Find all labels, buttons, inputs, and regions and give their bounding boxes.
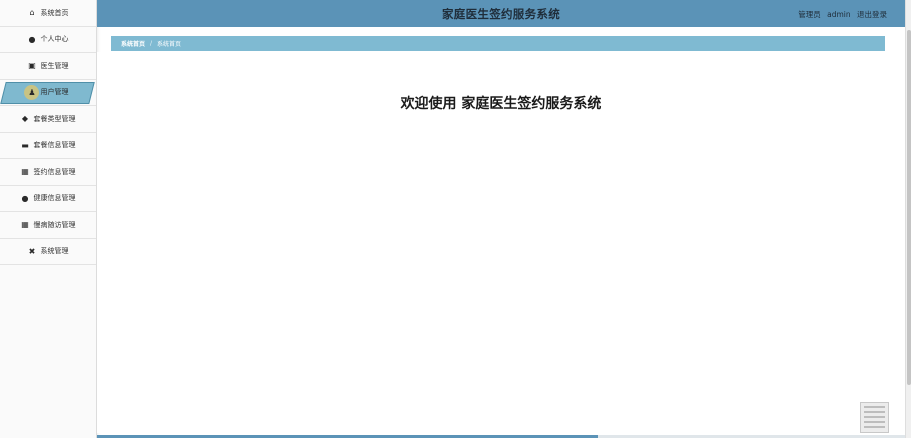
sidebar-item-label: 健康信息管理	[33, 194, 76, 203]
grid-icon: ▦	[21, 167, 29, 177]
location-pin-icon: ◆	[21, 114, 29, 124]
sidebar-item-label: 慢病随访管理	[33, 220, 76, 229]
sidebar-item-label: 系统管理	[40, 247, 69, 256]
thumbnail-line	[864, 406, 885, 408]
users-icon: ♟	[28, 87, 36, 97]
user-icon: ●	[28, 34, 36, 44]
sidebar-item-doctors[interactable]: ▣ 医生管理	[0, 53, 96, 80]
sidebar-item-contracts[interactable]: ▦ 签约信息管理	[0, 159, 96, 186]
sidebar-item-label: 套餐信息管理	[33, 141, 76, 150]
breadcrumb-separator: /	[150, 40, 153, 47]
clipboard-icon: ▣	[28, 61, 36, 71]
sidebar: ⌂ 系统首页 ● 个人中心 ▣ 医生管理 ♟ 用户管理 ◆ 套餐类型管理 ▬ 套…	[0, 0, 97, 438]
sidebar-item-label: 用户管理	[40, 88, 69, 97]
sidebar-item-home[interactable]: ⌂ 系统首页	[0, 0, 96, 27]
main-content: 欢迎使用 家庭医生签约服务系统	[97, 52, 905, 433]
page-thumbnail[interactable]	[860, 402, 889, 433]
welcome-heading: 欢迎使用 家庭医生签约服务系统	[400, 96, 602, 112]
breadcrumb-current: 系统首页	[157, 41, 182, 48]
thumbnail-line	[864, 421, 885, 423]
user-name: admin	[827, 10, 851, 19]
page-scrollbar[interactable]	[905, 0, 911, 438]
settings-icon: ✖	[28, 246, 36, 256]
logout-link[interactable]: 退出登录	[857, 10, 887, 19]
app-window: ⌂ 系统首页 ● 个人中心 ▣ 医生管理 ♟ 用户管理 ◆ 套餐类型管理 ▬ 套…	[0, 0, 911, 438]
sidebar-item-health[interactable]: ● 健康信息管理	[0, 186, 96, 212]
sidebar-item-package-types[interactable]: ◆ 套餐类型管理	[0, 106, 96, 133]
sidebar-item-profile[interactable]: ● 个人中心	[0, 27, 96, 53]
sidebar-item-label: 个人中心	[40, 35, 69, 44]
sidebar-item-system[interactable]: ✖ 系统管理	[0, 239, 96, 265]
sidebar-item-packages[interactable]: ▬ 套餐信息管理	[0, 133, 96, 159]
thumbnail-line	[864, 416, 885, 418]
sidebar-item-users[interactable]: ♟ 用户管理	[0, 80, 96, 106]
monitor-icon: ▬	[21, 140, 29, 150]
sidebar-item-label: 套餐类型管理	[33, 114, 76, 123]
person-icon: ●	[21, 193, 29, 203]
user-role: 管理员	[798, 10, 821, 19]
user-info: 管理员 admin 退出登录	[794, 9, 887, 20]
sidebar-item-followups[interactable]: ▦ 慢病随访管理	[0, 212, 96, 239]
sidebar-item-label: 系统首页	[40, 8, 69, 17]
thumbnail-line	[864, 411, 885, 413]
home-icon: ⌂	[29, 8, 35, 18]
thumbnail-line	[864, 426, 885, 428]
sidebar-item-label: 医生管理	[40, 61, 69, 70]
sidebar-item-label: 签约信息管理	[33, 167, 76, 176]
breadcrumb: 系统首页 / 系统首页	[111, 36, 885, 51]
apps-icon: ▦	[21, 220, 29, 230]
app-title: 家庭医生签约服务系统	[442, 6, 560, 21]
scrollbar-thumb[interactable]	[907, 30, 911, 385]
breadcrumb-home[interactable]: 系统首页	[121, 39, 145, 48]
top-header: 家庭医生签约服务系统 管理员 admin 退出登录	[97, 0, 905, 27]
